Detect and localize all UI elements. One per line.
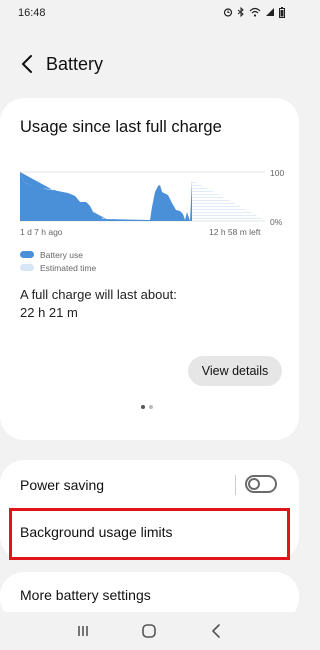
chart-battery-use-area-main: [20, 172, 192, 221]
wifi-icon: [249, 7, 261, 19]
legend-item-estimated-time: Estimated time: [20, 261, 96, 274]
page-title: Battery: [46, 53, 104, 74]
legend-label-battery-use: Battery use: [40, 249, 83, 260]
chart-y-top-label: 100: [270, 168, 285, 178]
chart-estimated-area: [192, 180, 265, 220]
power-saving-toggle[interactable]: [245, 475, 277, 493]
back-arrow-icon[interactable]: [16, 53, 38, 75]
row-divider: [235, 475, 236, 495]
status-icons: [223, 6, 285, 20]
chart-legend: Battery use Estimated time: [20, 248, 96, 274]
page-dot-active: [141, 405, 145, 409]
power-saving-label: Power saving: [20, 477, 105, 493]
full-charge-value: 22 h 21 m: [20, 305, 78, 320]
usage-card: Usage since last full charge 100 0% 1 d …: [0, 98, 299, 440]
home-icon[interactable]: [137, 619, 161, 643]
recent-apps-icon[interactable]: [71, 619, 95, 643]
page-indicator: [141, 405, 153, 409]
legend-swatch-estimated-time: [20, 264, 34, 271]
battery-icon: [279, 6, 285, 20]
toggle-knob: [248, 478, 260, 490]
chart-y-bottom-label: 0%: [270, 217, 283, 227]
system-nav-bar: [0, 612, 299, 650]
page-dot-inactive: [149, 405, 153, 409]
alarm-icon: [223, 7, 233, 19]
app-bar: Battery: [0, 44, 299, 84]
bluetooth-icon: [237, 6, 245, 19]
signal-icon: [265, 7, 275, 19]
status-time: 16:48: [18, 7, 46, 19]
chart-x-end-label: 12 h 58 m left: [209, 227, 261, 237]
chart-x-start-label: 1 d 7 h ago: [20, 227, 63, 237]
legend-item-battery-use: Battery use: [20, 248, 96, 261]
legend-label-estimated-time: Estimated time: [40, 262, 97, 273]
legend-swatch-battery-use: [20, 251, 34, 258]
status-bar: 16:48: [0, 0, 299, 26]
back-nav-icon[interactable]: [204, 619, 228, 643]
more-battery-settings-item[interactable]: More battery settings: [20, 587, 151, 603]
full-charge-label: A full charge will last about:: [20, 287, 177, 302]
highlight-box: [9, 508, 290, 560]
view-details-button[interactable]: View details: [188, 356, 282, 386]
